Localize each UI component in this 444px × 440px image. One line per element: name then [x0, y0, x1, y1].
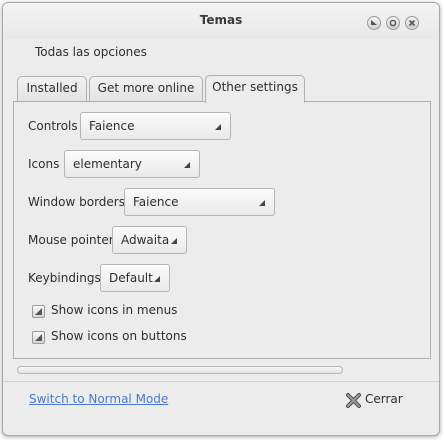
close-x-icon: [346, 393, 361, 408]
combo-arrow-icon: [259, 200, 265, 206]
show-icons-on-buttons-checkbox[interactable]: [32, 331, 45, 344]
menubar: Todas las opciones: [3, 39, 439, 69]
close-icon: [408, 19, 416, 27]
window-borders-combo[interactable]: Faience: [124, 188, 275, 216]
checkbox-indicator-icon: [35, 334, 42, 341]
keybindings-label: Keybindings: [28, 271, 101, 285]
close-button[interactable]: Cerrar: [343, 389, 407, 411]
maximize-icon: [389, 19, 397, 27]
tab-other-settings-label: Other settings: [212, 80, 298, 94]
controls-value: Faience: [89, 119, 135, 133]
themes-window: Temas Todas las opciones Installed Get m…: [2, 2, 440, 436]
close-button-label: Cerrar: [365, 392, 403, 406]
horizontal-scrollbar[interactable]: [17, 366, 343, 374]
tab-bar: Installed Get more online Other settings: [17, 75, 417, 103]
titlebar[interactable]: Temas: [3, 3, 439, 39]
tab-installed-label: Installed: [26, 81, 78, 95]
combo-arrow-icon: [215, 124, 221, 130]
controls-combo[interactable]: Faience: [80, 112, 231, 140]
other-settings-panel: Controls Faience Icons elementary Window…: [13, 101, 431, 359]
combo-arrow-icon: [171, 238, 177, 244]
close-window-button[interactable]: [405, 16, 419, 30]
combo-arrow-icon: [184, 162, 190, 168]
controls-label: Controls: [28, 119, 78, 133]
tab-installed[interactable]: Installed: [17, 76, 87, 102]
minimize-icon: [371, 20, 377, 25]
combo-arrow-icon: [154, 276, 160, 282]
show-icons-in-menus-checkbox[interactable]: [32, 305, 45, 318]
menu-all-options[interactable]: Todas las opciones: [35, 45, 147, 59]
footer-divider: [3, 381, 439, 382]
tab-other-settings[interactable]: Other settings: [205, 75, 305, 103]
keybindings-value: Default: [109, 271, 153, 285]
icons-value: elementary: [73, 157, 142, 171]
mouse-pointer-combo[interactable]: Adwaita: [112, 226, 187, 254]
tab-get-more-online-label: Get more online: [97, 81, 195, 95]
window-borders-value: Faience: [133, 195, 179, 209]
icons-label: Icons: [28, 157, 60, 171]
window-borders-label: Window borders: [28, 195, 125, 209]
switch-to-normal-mode-link[interactable]: Switch to Normal Mode: [29, 392, 168, 406]
maximize-button[interactable]: [386, 16, 400, 30]
tab-get-more-online[interactable]: Get more online: [89, 76, 203, 102]
show-icons-in-menus-label[interactable]: Show icons in menus: [51, 303, 177, 317]
mouse-pointer-label: Mouse pointer: [28, 233, 114, 247]
mouse-pointer-value: Adwaita: [121, 233, 170, 247]
keybindings-combo[interactable]: Default: [100, 264, 170, 292]
icons-combo[interactable]: elementary: [64, 150, 200, 178]
checkbox-indicator-icon: [35, 308, 42, 315]
minimize-button[interactable]: [367, 16, 381, 30]
show-icons-on-buttons-label[interactable]: Show icons on buttons: [51, 329, 187, 343]
